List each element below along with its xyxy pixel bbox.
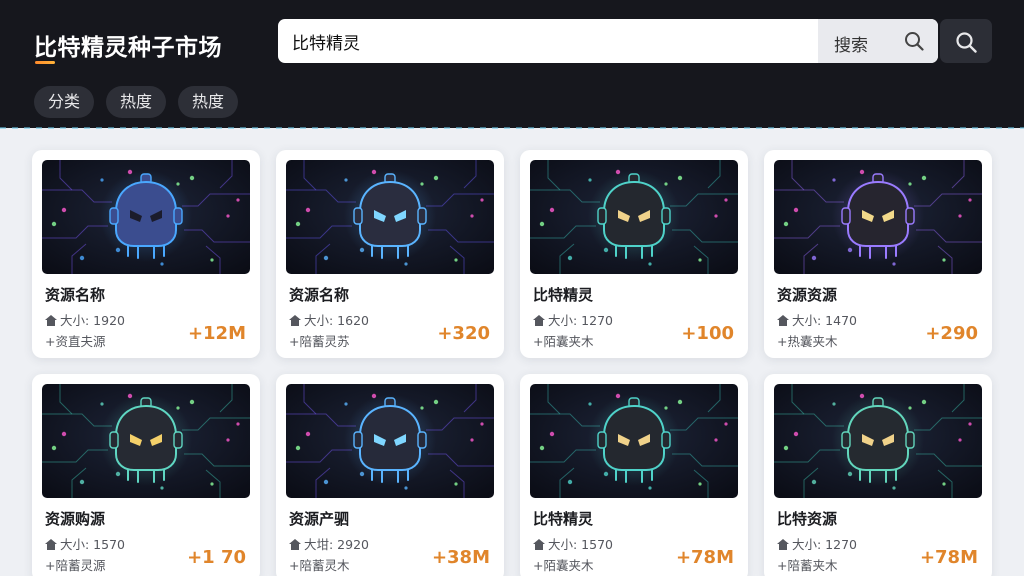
resource-card[interactable]: 资源名称大小: 1920 +资直夫源 +12M <box>32 150 260 358</box>
card-title: 资源名称 <box>289 286 350 304</box>
app-title: 比特精灵种子市场 <box>34 35 222 61</box>
card-thumbnail <box>42 384 250 498</box>
card-count: +78M <box>919 547 978 568</box>
card-size-row: 大小: 1270 <box>533 310 613 329</box>
robot-illustration <box>530 384 738 498</box>
card-size: 大坩: 2920 <box>304 537 369 552</box>
card-count: +1 70 <box>187 547 246 568</box>
card-description: +陪蓄灵木 <box>289 558 350 573</box>
card-title: 资源购源 <box>45 510 106 528</box>
card-thumbnail <box>286 160 494 274</box>
house-icon <box>45 315 57 326</box>
search-icon <box>905 32 924 51</box>
house-icon <box>45 539 57 550</box>
resource-card[interactable]: 比特资源大小: 1270 +陪蓄夹木 +78M <box>764 374 992 576</box>
card-title: 比特资源 <box>777 510 838 528</box>
house-icon <box>289 539 301 550</box>
card-size-row: 大小: 1570 <box>533 534 613 553</box>
card-title: 比特精灵 <box>533 510 594 528</box>
filter-chip-popularity-2[interactable]: 热度 <box>178 86 239 118</box>
house-icon <box>777 539 789 550</box>
card-size-row: 大坩: 2920 <box>289 534 369 553</box>
card-thumbnail <box>286 384 494 498</box>
search-icon <box>956 32 977 53</box>
card-thumbnail <box>774 160 982 274</box>
header-divider <box>0 127 1024 129</box>
house-icon <box>289 315 301 326</box>
card-title: 资源产驷 <box>289 510 350 528</box>
resource-card[interactable]: 资源名称大小: 1620 +陪蓄灵苏 +320 <box>276 150 504 358</box>
house-icon <box>533 315 545 326</box>
card-description: +陪蓄夹木 <box>777 558 838 573</box>
card-title: 资源名称 <box>45 286 106 304</box>
card-count: +100 <box>681 323 734 344</box>
card-description: +陌囊夹木 <box>533 558 594 573</box>
card-description: +资直夫源 <box>45 334 106 349</box>
resource-card[interactable]: 资源产驷大坩: 2920 +陪蓄灵木 +38M <box>276 374 504 576</box>
card-thumbnail <box>774 384 982 498</box>
robot-illustration <box>42 160 250 274</box>
card-size: 大小: 1570 <box>548 537 613 552</box>
robot-illustration <box>774 384 982 498</box>
card-title: 比特精灵 <box>533 286 594 304</box>
card-count: +290 <box>925 323 978 344</box>
card-size: 大小: 1270 <box>792 537 857 552</box>
search-bar: 搜索 <box>278 19 938 63</box>
card-size-row: 大小: 1470 <box>777 310 857 329</box>
card-description: +陪蓄灵苏 <box>289 334 350 349</box>
card-thumbnail <box>530 160 738 274</box>
card-title: 资源资源 <box>777 286 838 304</box>
resource-card[interactable]: 资源购源大小: 1570 +陪蓄灵源 +1 70 <box>32 374 260 576</box>
card-description: +热囊夹木 <box>777 334 838 349</box>
card-size-row: 大小: 1620 <box>289 310 369 329</box>
card-size: 大小: 1620 <box>304 313 369 328</box>
card-description: +陌囊夹木 <box>533 334 594 349</box>
resource-card[interactable]: 资源资源大小: 1470 +热囊夹木 +290 <box>764 150 992 358</box>
card-count: +38M <box>431 547 490 568</box>
robot-illustration <box>286 384 494 498</box>
house-icon <box>777 315 789 326</box>
card-count: +320 <box>437 323 490 344</box>
filter-chip-popularity[interactable]: 热度 <box>106 86 167 118</box>
search-icon-button[interactable] <box>940 19 992 63</box>
app-title-accent <box>35 61 55 64</box>
robot-illustration <box>774 160 982 274</box>
robot-illustration <box>42 384 250 498</box>
search-button-label: 搜索 <box>834 36 868 56</box>
filter-chip-category[interactable]: 分类 <box>34 86 95 118</box>
robot-illustration <box>286 160 494 274</box>
card-size-row: 大小: 1570 <box>45 534 125 553</box>
card-size-row: 大小: 1270 <box>777 534 857 553</box>
card-size-row: 大小: 1920 <box>45 310 125 329</box>
house-icon <box>533 539 545 550</box>
resource-card[interactable]: 比特精灵大小: 1270 +陌囊夹木 +100 <box>520 150 748 358</box>
robot-illustration <box>530 160 738 274</box>
card-count: +12M <box>187 323 246 344</box>
search-button[interactable]: 搜索 <box>818 19 938 63</box>
card-thumbnail <box>42 160 250 274</box>
card-size: 大小: 1270 <box>548 313 613 328</box>
resource-card[interactable]: 比特精灵大小: 1570 +陌囊夹木 +78M <box>520 374 748 576</box>
search-input[interactable] <box>278 19 818 63</box>
card-size: 大小: 1920 <box>60 313 125 328</box>
card-thumbnail <box>530 384 738 498</box>
card-size: 大小: 1570 <box>60 537 125 552</box>
card-description: +陪蓄灵源 <box>45 558 106 573</box>
card-count: +78M <box>675 547 734 568</box>
card-size: 大小: 1470 <box>792 313 857 328</box>
